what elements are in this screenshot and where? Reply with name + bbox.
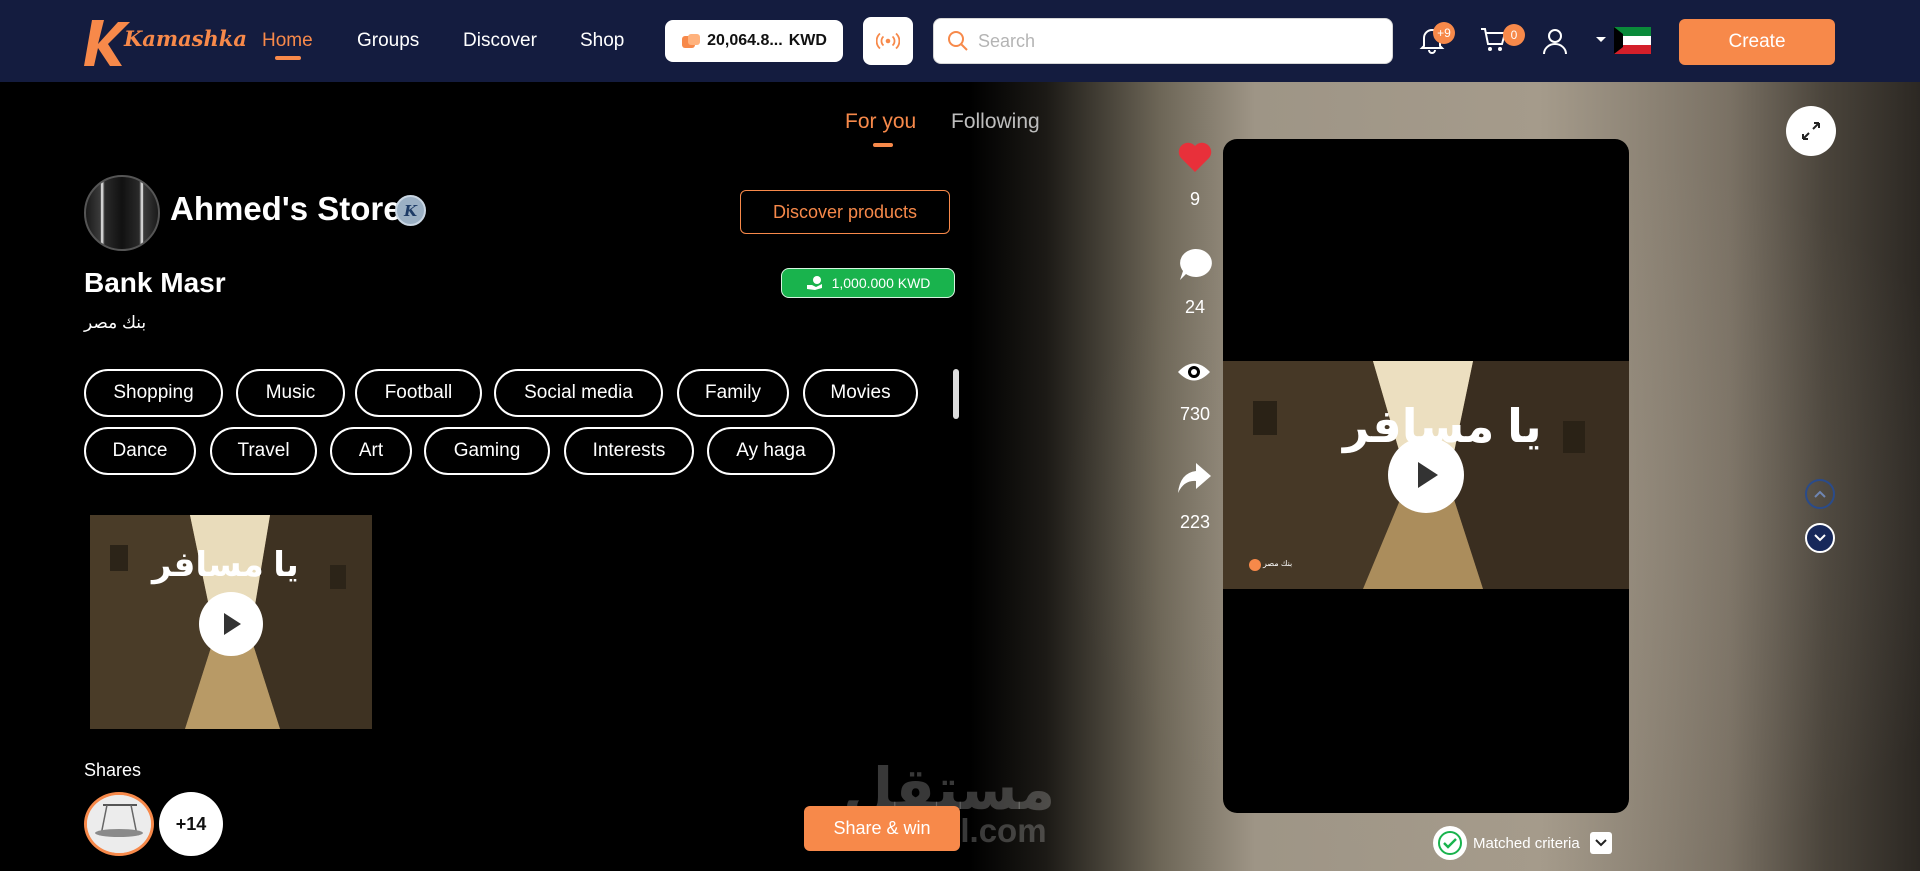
chip-family[interactable]: Family (677, 369, 789, 417)
next-video-button[interactable] (1805, 523, 1835, 553)
chip-football[interactable]: Football (355, 369, 482, 417)
nav-shop[interactable]: Shop (580, 30, 624, 52)
live-button[interactable] (863, 17, 913, 65)
more-shares-button[interactable]: +14 (159, 792, 223, 856)
cart-badge: 0 (1503, 24, 1525, 46)
coins-icon (682, 34, 701, 48)
matched-criteria: Matched criteria (1433, 826, 1633, 860)
post-title: Bank Masr (84, 267, 226, 298)
check-circle-icon (1433, 826, 1467, 860)
fullscreen-button[interactable] (1786, 106, 1836, 156)
store-name[interactable]: Ahmed's Store (170, 190, 402, 228)
chip-music[interactable]: Music (236, 369, 345, 417)
expand-icon (1802, 122, 1820, 140)
video-frame[interactable]: يا مسافر بنك مصر (1223, 361, 1629, 589)
create-button[interactable]: Create (1679, 19, 1835, 65)
notifications-badge: +9 (1433, 22, 1455, 44)
chip-social-media[interactable]: Social media (494, 369, 663, 417)
chevron-up-icon (1814, 490, 1826, 498)
reward-badge: 1,000.000 KWD (781, 268, 955, 298)
chip-interests[interactable]: Interests (564, 427, 694, 475)
store-avatar[interactable] (84, 175, 160, 251)
search-input[interactable] (978, 27, 1378, 55)
chip-ay-haga[interactable]: Ay haga (707, 427, 835, 475)
discover-products-button[interactable]: Discover products (740, 190, 950, 234)
nav-active-indicator (275, 56, 301, 60)
chevron-down-icon (1595, 839, 1607, 847)
verified-badge-letter: K (403, 201, 418, 220)
user-icon (1543, 29, 1567, 55)
video-thumbnail[interactable]: يا مسافر (90, 515, 372, 729)
wallet-balance[interactable]: 20,064.8... KWD (665, 20, 843, 62)
chip-gaming[interactable]: Gaming (424, 427, 550, 475)
video-brand-mark: بنك مصر (1263, 559, 1293, 568)
top-navbar: Kamashka Home Groups Discover Shop 20,06… (0, 0, 1920, 82)
nav-discover[interactable]: Discover (463, 30, 537, 52)
play-triangle-icon (224, 613, 241, 635)
shares-label: Shares (84, 760, 142, 780)
profile-button[interactable] (1541, 27, 1569, 60)
search-box (933, 18, 1393, 64)
lamp-product-image (87, 795, 151, 853)
notifications-button[interactable]: +9 (1419, 22, 1455, 59)
nav-home[interactable]: Home (262, 30, 313, 52)
wallet-currency: KWD (788, 32, 827, 49)
chip-shopping[interactable]: Shopping (84, 369, 223, 417)
views-count: 730 (1179, 404, 1211, 424)
tab-following[interactable]: Following (951, 110, 1040, 134)
play-icon (1418, 462, 1438, 488)
broadcast-icon (876, 32, 900, 50)
kuwait-flag-icon (1596, 27, 1651, 54)
shares-count: 223 (1179, 512, 1211, 532)
chip-dance[interactable]: Dance (84, 427, 196, 475)
kamashka-logo[interactable]: Kamashka (84, 10, 247, 70)
nav-groups[interactable]: Groups (357, 30, 419, 52)
previous-video-button[interactable] (1805, 479, 1835, 509)
tab-for-you[interactable]: For you (845, 110, 916, 134)
video-player: يا مسافر بنك مصر (1223, 139, 1629, 813)
verified-badge-icon: K (395, 195, 426, 226)
comments-count: 24 (1184, 297, 1206, 317)
matched-criteria-label: Matched criteria (1473, 834, 1580, 852)
chips-scrollbar[interactable] (953, 369, 959, 419)
matched-criteria-toggle[interactable] (1589, 832, 1612, 854)
like-heart-icon[interactable] (1177, 140, 1213, 174)
views-eye-icon (1178, 363, 1210, 381)
thumbnail-title: يا مسافر (152, 546, 299, 584)
share-and-win-button[interactable]: Share & win (804, 806, 960, 851)
chip-movies[interactable]: Movies (803, 369, 918, 417)
cart-button[interactable]: 0 (1479, 24, 1525, 59)
share-arrow-icon[interactable] (1176, 461, 1212, 495)
thumbnail-play-icon (199, 592, 263, 656)
likes-count: 9 (1189, 189, 1200, 209)
money-hand-icon (806, 276, 822, 290)
reward-amount: 1,000.000 KWD (831, 275, 931, 291)
chip-art[interactable]: Art (330, 427, 412, 475)
logo-text: Kamashka (124, 26, 247, 51)
share-user-avatar[interactable] (84, 792, 154, 856)
chevron-down-icon (1814, 534, 1826, 542)
search-icon (948, 31, 968, 51)
country-selector[interactable] (1596, 26, 1652, 61)
video-play-button[interactable] (1388, 437, 1464, 513)
checkmark-icon (1438, 831, 1462, 855)
comment-icon[interactable] (1177, 247, 1213, 283)
wallet-amount: 20,064.8... (707, 32, 783, 49)
chip-travel[interactable]: Travel (210, 427, 317, 475)
post-subtitle: بنك مصر (84, 313, 147, 332)
feed-tab-indicator (873, 143, 893, 147)
